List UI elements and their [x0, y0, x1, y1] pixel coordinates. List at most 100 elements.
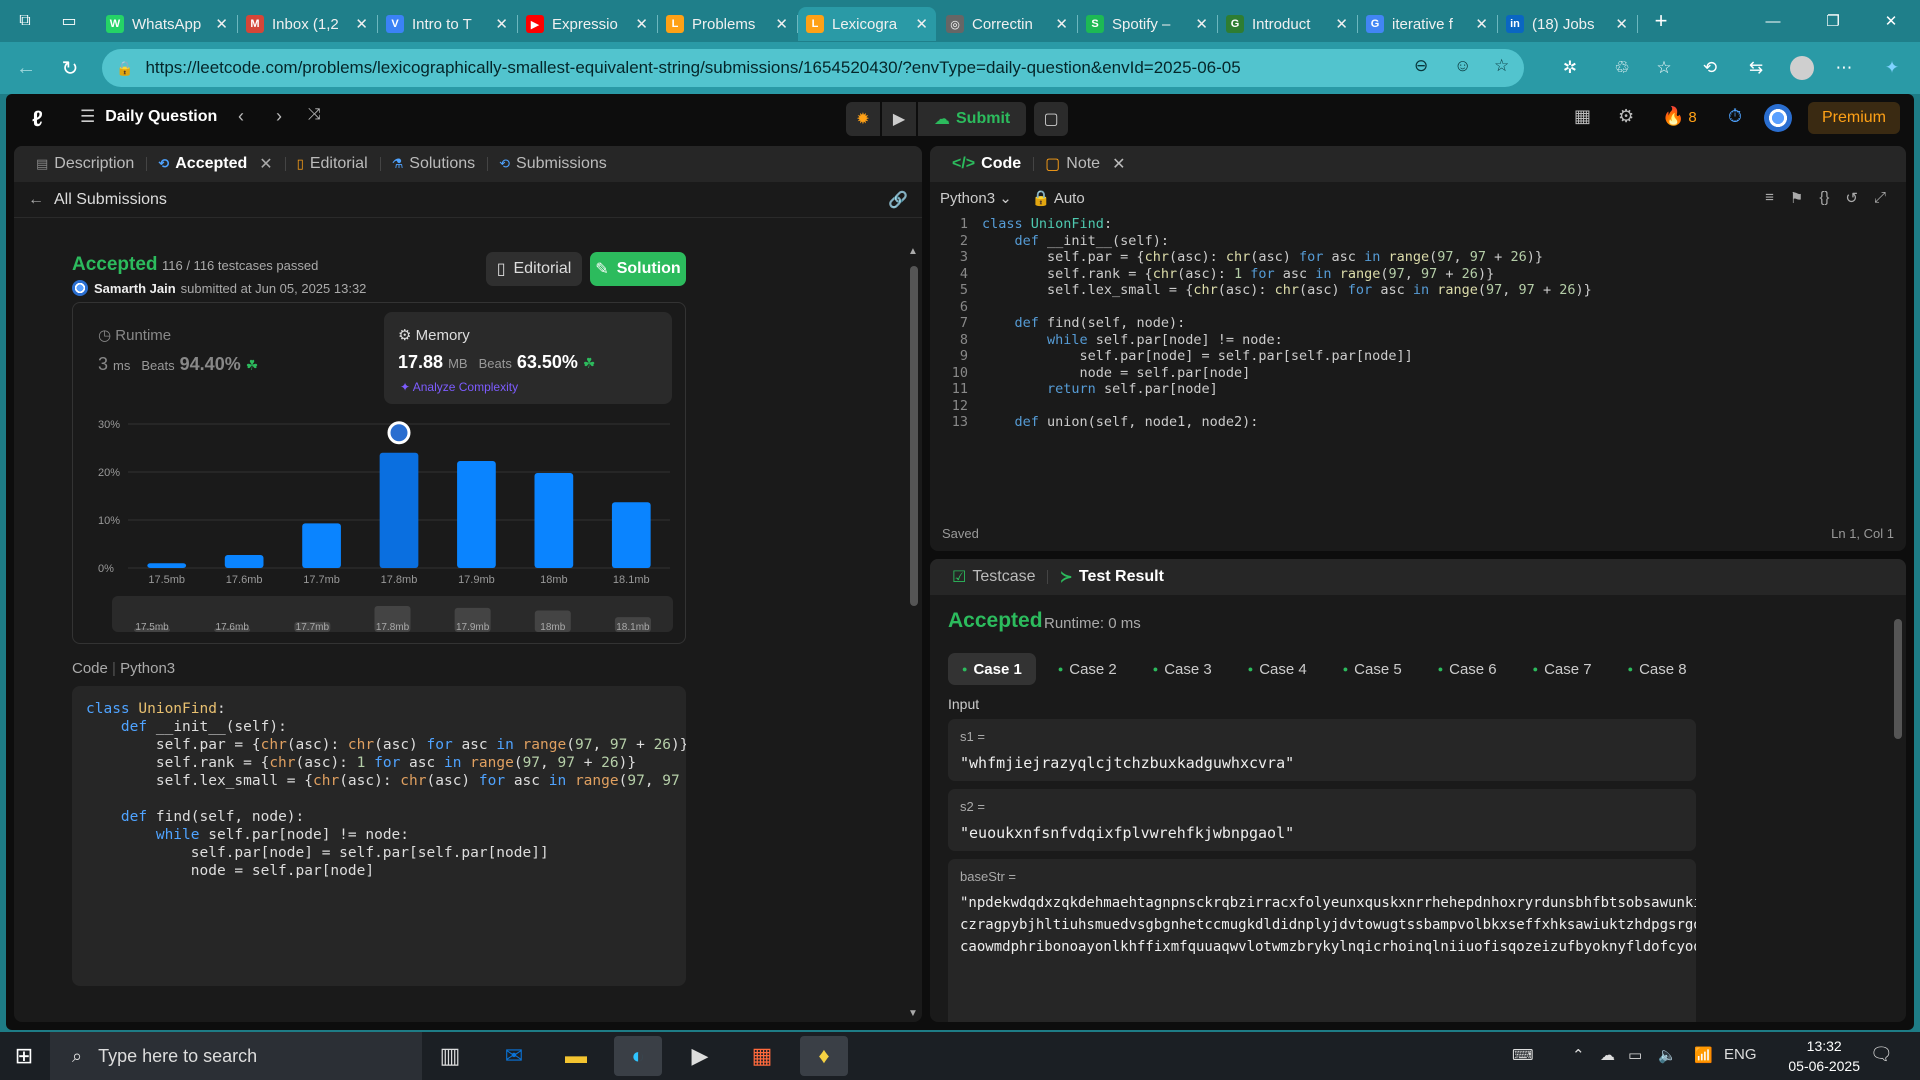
- reading-icon[interactable]: ☺: [1454, 56, 1471, 76]
- submitted-code[interactable]: class UnionFind: def __init__(self): sel…: [72, 686, 686, 986]
- store-icon[interactable]: ▦: [738, 1036, 786, 1076]
- memory-card[interactable]: ⚙ Memory 17.88 MB Beats 63.50% ☘ ✦ Analy…: [384, 312, 672, 404]
- close-tab-icon[interactable]: ✕: [1195, 15, 1208, 33]
- browser-tab[interactable]: in (18) Jobs ✕: [1498, 7, 1638, 41]
- close-tab-icon[interactable]: ✕: [1615, 15, 1628, 33]
- tab-editorial[interactable]: ▯ Editorial: [284, 146, 380, 182]
- tab-actions-icon[interactable]: ▭: [56, 8, 82, 34]
- chart-bar[interactable]: [457, 460, 496, 568]
- battery-icon[interactable]: ▭: [1628, 1046, 1642, 1064]
- case-tab[interactable]: ● Case 5: [1329, 653, 1416, 685]
- show-hidden-icon[interactable]: ⌃: [1572, 1046, 1585, 1064]
- streak-fire-icon[interactable]: 🔥 8: [1662, 106, 1697, 127]
- language-select[interactable]: Python3 ⌄: [940, 189, 1012, 207]
- favorite-star-icon[interactable]: ☆: [1494, 56, 1509, 76]
- chart-range-slider[interactable]: 17.5mb 17.6mb 17.7mb 17.8mb 17.9mb 18mb 18.1mb: [112, 596, 673, 632]
- close-tab-icon[interactable]: ✕: [915, 15, 928, 33]
- chart-bar[interactable]: [379, 452, 419, 568]
- edge-browser-icon[interactable]: ◐: [614, 1036, 662, 1076]
- input-s2[interactable]: s2 = "euoukxnfsnfvdqixfplvwrehfkjwbnpgao…: [948, 789, 1696, 851]
- case-tab[interactable]: ● Case 8: [1614, 653, 1701, 685]
- close-window-button[interactable]: ✕: [1862, 0, 1920, 42]
- language-indicator[interactable]: ENG: [1724, 1046, 1757, 1063]
- close-tab-icon[interactable]: ✕: [1335, 15, 1348, 33]
- refresh-icon[interactable]: ↻: [52, 50, 88, 86]
- case-tab[interactable]: ● Case 1: [948, 653, 1036, 685]
- browser-tab[interactable]: W WhatsApp ✕: [98, 7, 238, 41]
- premium-button[interactable]: Premium: [1807, 102, 1900, 134]
- editorial-button[interactable]: ▯ Editorial: [486, 252, 582, 286]
- wifi-icon[interactable]: 📶: [1694, 1046, 1713, 1064]
- tab-solutions[interactable]: ⚗ Solutions: [379, 146, 487, 182]
- tab-note[interactable]: ▢ Note ✕: [1033, 146, 1137, 182]
- case-tab[interactable]: ● Case 4: [1234, 653, 1321, 685]
- chart-bar[interactable]: [224, 555, 264, 568]
- browser-tab[interactable]: G Introduct ✕: [1218, 7, 1358, 41]
- submit-button[interactable]: ☁ Submit: [918, 102, 1027, 136]
- case-tab[interactable]: ● Case 2: [1044, 653, 1131, 685]
- clock[interactable]: 13:32 05-06-2025: [1788, 1036, 1860, 1076]
- prev-problem-icon[interactable]: ‹: [238, 106, 244, 127]
- close-tab-icon[interactable]: ✕: [1475, 15, 1488, 33]
- profile-avatar[interactable]: [1784, 50, 1820, 86]
- more-menu-icon[interactable]: ⋯: [1826, 50, 1862, 86]
- browser-tab[interactable]: S Spotify – ✕: [1078, 7, 1218, 41]
- file-explorer-icon[interactable]: ▬: [552, 1036, 600, 1076]
- close-tab-icon[interactable]: ✕: [775, 15, 788, 33]
- outlook-icon[interactable]: ✉: [490, 1036, 538, 1076]
- profile-sync-icon[interactable]: ♲: [1604, 50, 1640, 86]
- close-tab-icon[interactable]: ✕: [215, 15, 228, 33]
- browser-tab[interactable]: ▶ Expressio ✕: [518, 7, 658, 41]
- new-tab-button[interactable]: +: [1646, 6, 1676, 36]
- tab-test-result[interactable]: ≻ Test Result: [1047, 559, 1175, 595]
- browser-tab[interactable]: Giterative f ✕: [1358, 7, 1498, 41]
- taskbar-search[interactable]: ⌕ Type here to search: [50, 1032, 422, 1080]
- zoom-icon[interactable]: ⊖: [1414, 56, 1428, 76]
- scroll-down-icon[interactable]: ▼: [908, 1008, 918, 1019]
- input-s1[interactable]: s1 = "whfmjiejrazyqlcjtchzbuxkadguwhxcvr…: [948, 719, 1696, 781]
- debug-icon[interactable]: ✹: [846, 102, 880, 136]
- user-name[interactable]: Samarth Jain: [94, 281, 176, 296]
- chart-bar[interactable]: [147, 563, 187, 568]
- workspaces-icon[interactable]: ⧉: [12, 8, 38, 34]
- maximize-button[interactable]: ❐: [1804, 0, 1862, 42]
- case-tab[interactable]: ● Case 6: [1424, 653, 1511, 685]
- extensions-icon[interactable]: ✲: [1552, 50, 1588, 86]
- chart-bar[interactable]: [302, 523, 341, 568]
- fullscreen-icon[interactable]: ⤢: [1874, 189, 1886, 207]
- solution-button[interactable]: ✎ Solution: [590, 252, 686, 286]
- tab-description[interactable]: ▤ Description: [24, 146, 146, 182]
- scroll-up-icon[interactable]: ▲: [908, 246, 918, 257]
- history-icon[interactable]: ⟲: [1692, 50, 1728, 86]
- task-view-icon[interactable]: ▥: [426, 1036, 474, 1076]
- onedrive-icon[interactable]: ☁: [1600, 1046, 1615, 1064]
- back-icon[interactable]: ←: [8, 50, 44, 86]
- bookmark-icon[interactable]: ⚑: [1790, 189, 1803, 207]
- tab-accepted[interactable]: ⟲ Accepted ✕: [146, 146, 284, 182]
- analyze-complexity-link[interactable]: ✦ Analyze Complexity: [400, 380, 518, 394]
- volume-icon[interactable]: 🔈: [1658, 1046, 1677, 1064]
- braces-icon[interactable]: {}: [1819, 189, 1829, 207]
- media-player-icon[interactable]: ▶: [676, 1036, 724, 1076]
- browser-tab[interactable]: ◎ Correctin ✕: [938, 7, 1078, 41]
- test-scrollbar[interactable]: [1894, 619, 1902, 739]
- url-field[interactable]: 🔒 https://leetcode.com/problems/lexicogr…: [102, 49, 1524, 87]
- auto-mode[interactable]: 🔒 Auto: [1032, 189, 1085, 207]
- reset-icon[interactable]: ↺: [1845, 189, 1858, 207]
- close-tab-icon[interactable]: ✕: [1055, 15, 1068, 33]
- chart-bar[interactable]: [534, 472, 574, 568]
- input-basestr[interactable]: baseStr = "npdekwdqdxzqkdehmaehtagnpnsck…: [948, 859, 1696, 1022]
- link-icon[interactable]: 🔗: [888, 190, 908, 210]
- tab-code[interactable]: </> Code: [940, 146, 1033, 182]
- all-submissions-link[interactable]: All Submissions: [54, 191, 167, 209]
- layout-icon[interactable]: ▦: [1574, 106, 1591, 127]
- browser-tab[interactable]: L Problems ✕: [658, 7, 798, 41]
- runtime-card[interactable]: ◷ Runtime: [98, 326, 171, 344]
- close-tab-icon[interactable]: ✕: [1112, 154, 1125, 174]
- settings-gear-icon[interactable]: ⚙: [1618, 106, 1634, 127]
- tab-submissions[interactable]: ⟲ Submissions: [487, 146, 619, 182]
- minimize-button[interactable]: —: [1744, 0, 1802, 42]
- code-editor[interactable]: 1 class UnionFind: 2 def __init__(self): 3 …: [930, 214, 1906, 504]
- windows-start-icon[interactable]: ⊞: [0, 1032, 48, 1080]
- user-avatar[interactable]: [1764, 104, 1792, 132]
